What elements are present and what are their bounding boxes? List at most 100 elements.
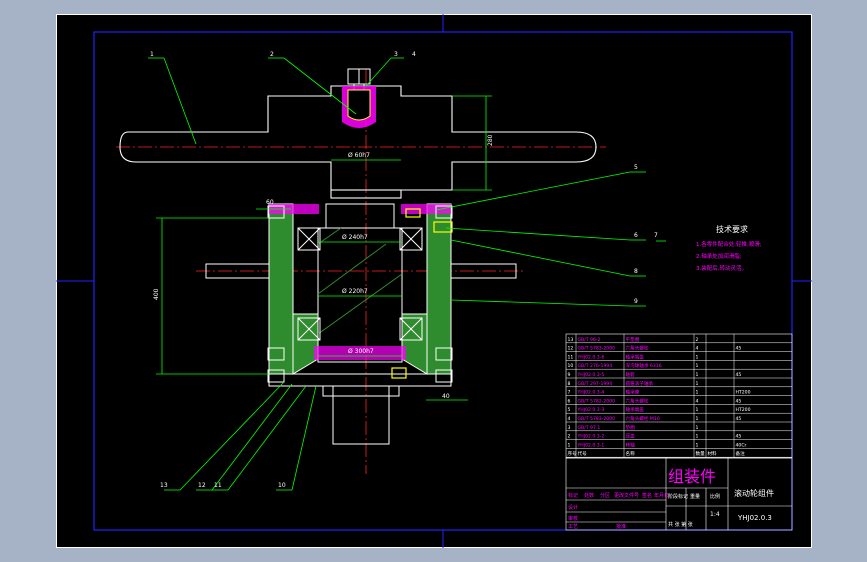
svg-text:1: 1 [150, 51, 154, 58]
centerlines [116, 69, 606, 474]
svg-text:重量: 重量 [690, 493, 700, 500]
bom-cell-qty: 1 [696, 381, 699, 387]
drawing-number: YHJ02.0.3 [737, 514, 772, 522]
bom-cell-qty: 2 [696, 337, 699, 343]
dim-d2: Ø 240h7 [342, 234, 368, 241]
bom-cell-name: 深沟球轴承 6316 [626, 362, 662, 369]
bom-cell-note: 45 [736, 416, 742, 422]
bom-cell-name: 轴承端盖 [626, 406, 645, 413]
svg-text:10: 10 [278, 482, 286, 489]
svg-text:更改文件号: 更改文件号 [614, 492, 639, 499]
bom-cell-name: 六角头螺栓 M16 [626, 415, 660, 422]
svg-text:标记: 标记 [568, 492, 578, 499]
bom-cell-name: 名称 [626, 450, 636, 457]
bom-cell-code: GB/T 97.1 [578, 425, 601, 431]
dim-h2: 400 [153, 288, 160, 300]
tech-req-3: 3.装配后,转动灵活。 [696, 264, 747, 272]
title-block-text: 组装件 滚动轮组件 YHJ02.0.3 1:4 阶段标记 重量 比例 标记 处数… [568, 467, 774, 530]
bom-cell-qty: 1 [696, 354, 699, 360]
bom-cell-code: GB/T 5783-2000 [578, 416, 616, 422]
svg-text:比例: 比例 [710, 493, 720, 500]
bom-cell-qty: 1 [696, 425, 699, 431]
bom-cell-no: 2 [568, 434, 571, 440]
bom-cell-code: 代号 [578, 450, 588, 457]
bom-cell-note: 45 [736, 346, 742, 352]
tech-req-heading: 技术要求 [716, 224, 748, 234]
bom-cell-no: 1 [568, 442, 571, 448]
svg-text:工艺: 工艺 [568, 524, 578, 530]
bom-cell-note: HT200 [736, 390, 751, 396]
svg-text:13: 13 [160, 482, 168, 489]
bom-cell-code: YHJ02.0.3-1 [577, 442, 605, 448]
svg-text:设计: 设计 [568, 504, 578, 511]
bom-cell-qty: 1 [696, 434, 699, 440]
dim-h1: 280 [487, 134, 494, 146]
bom-cell-note: 备注 [736, 450, 746, 457]
bom-cell-no: 6 [568, 398, 571, 404]
bom-cell-code: GB/T 5782-2000 [578, 398, 616, 404]
bom-cell-name: 六角头螺栓 [626, 397, 649, 404]
bom-cell-code: YHJ02.0.3-3 [577, 407, 605, 413]
bom-cell-code: YHJ02.0.3-5 [577, 372, 605, 378]
svg-text:签名: 签名 [642, 492, 652, 499]
bom-cell-note: HT200 [736, 407, 751, 413]
bom-cell-mat: 材料 [708, 450, 718, 457]
dim-d4: Ø 300h7 [348, 348, 374, 355]
scale-value: 1:4 [710, 511, 720, 518]
bom-cell-no: 3 [568, 425, 571, 431]
bom-cell-no: 5 [568, 407, 571, 413]
svg-text:批准: 批准 [616, 523, 626, 530]
bom-cell-name: 垫圈 [626, 424, 636, 431]
svg-text:审核: 审核 [568, 515, 578, 522]
svg-text:7: 7 [654, 232, 658, 239]
bom-cell-qty: 4 [696, 346, 699, 352]
tech-req-1: 1.各零件配合处,轻推,顺滑; [696, 240, 762, 248]
bom-cell-code: GB/T 297-1994 [578, 381, 613, 387]
svg-text:2: 2 [270, 51, 274, 58]
bom-cell-name: 六角头螺栓 [626, 345, 649, 352]
bom-cell-no: 序号 [568, 450, 578, 457]
bom-cell-no: 4 [568, 416, 571, 422]
svg-text:共 张 第 张: 共 张 第 张 [668, 521, 693, 528]
bom-cell-name: 压盖 [626, 433, 636, 440]
svg-text:6: 6 [634, 232, 638, 239]
svg-text:4: 4 [412, 51, 416, 58]
svg-text:阶段标记: 阶段标记 [668, 493, 688, 500]
bom-cell-no: 8 [568, 381, 571, 387]
cad-drawing: Ø 60h7 Ø 240h7 Ø 220h7 Ø 300h7 280 400 6… [56, 14, 812, 548]
svg-text:11: 11 [214, 482, 222, 489]
svg-text:5: 5 [634, 164, 638, 171]
bom-cell-no: 11 [568, 354, 574, 360]
bom-cell-qty: 1 [696, 442, 699, 448]
dim-w1: 60 [266, 199, 274, 206]
bom-cell-name: 轴套 [626, 371, 636, 378]
bom-cell-no: 13 [568, 337, 574, 343]
bom-cell-note: 45 [736, 434, 742, 440]
svg-text:处数: 处数 [584, 492, 594, 499]
svg-text:年月日: 年月日 [654, 492, 669, 499]
bom-cell-qty: 1 [696, 390, 699, 396]
svg-text:8: 8 [634, 268, 638, 275]
bom-cell-name: 轴承端盖 [626, 353, 645, 360]
bom-cell-qty: 1 [696, 372, 699, 378]
bom-cell-code: GB/T 276-1994 [578, 363, 613, 369]
svg-text:9: 9 [634, 298, 638, 305]
bom-cell-code: GB/T 5783-2000 [578, 346, 616, 352]
svg-text:3: 3 [394, 51, 398, 58]
bom-cell-name: 轴承座 [626, 389, 640, 396]
bom-cell-code: YHJ02.0.3-2 [577, 434, 605, 440]
bom-cell-no: 10 [568, 363, 574, 369]
tech-requirements: 技术要求 1.各零件配合处,轻推,顺滑; 2.轴承处加润滑脂; 3.装配后,转动… [696, 224, 762, 272]
bom-cell-no: 7 [568, 390, 571, 396]
bom-cell-note: 40Cr [736, 442, 747, 448]
bom-cell-qty: 1 [696, 416, 699, 422]
bom-cell-note: 45 [736, 398, 742, 404]
cad-viewport[interactable]: Ø 60h7 Ø 240h7 Ø 220h7 Ø 300h7 280 400 6… [56, 14, 812, 548]
dim-d1: Ø 60h7 [348, 152, 370, 159]
bom-cell-code: YHJ02.0.3-6 [577, 354, 605, 360]
bom-cell-name: 圆锥滚子轴承 [626, 380, 654, 387]
bom-cell-no: 12 [568, 346, 574, 352]
bom-cell-qty: 1 [696, 363, 699, 369]
bom-cell-code: GB/T 96-2 [578, 337, 601, 343]
assembly-name: 滚动轮组件 [734, 488, 774, 498]
